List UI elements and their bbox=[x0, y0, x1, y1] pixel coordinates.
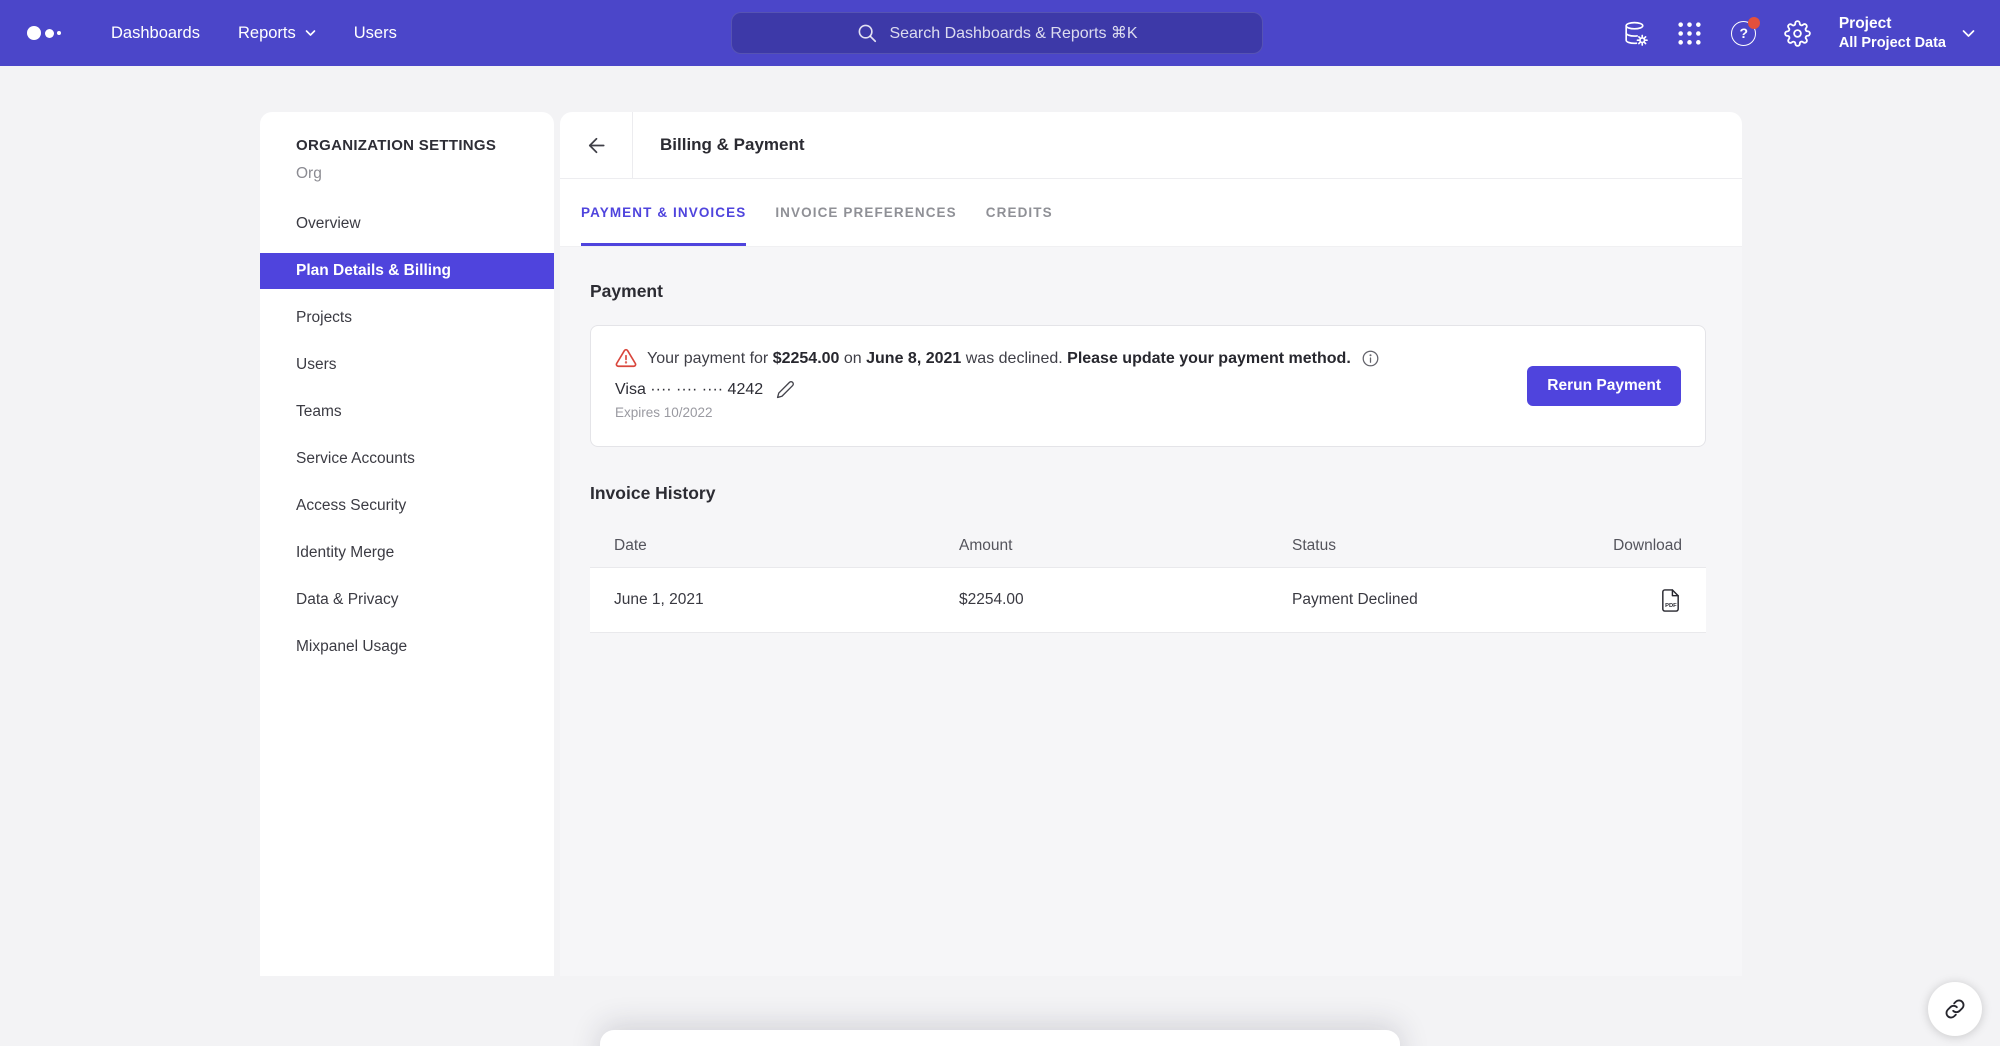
sidebar-item-users[interactable]: Users bbox=[260, 347, 554, 383]
apps-grid-icon[interactable] bbox=[1663, 0, 1717, 66]
info-icon[interactable] bbox=[1361, 349, 1380, 368]
nav-dashboards[interactable]: Dashboards bbox=[111, 24, 200, 43]
sidebar-item-overview[interactable]: Overview bbox=[260, 206, 554, 242]
logo-dot-medium bbox=[45, 29, 54, 38]
column-header-date: Date bbox=[614, 537, 959, 555]
svg-text:PDF: PDF bbox=[1665, 603, 1677, 609]
nav-reports-label: Reports bbox=[238, 24, 296, 43]
logo-dot-small bbox=[57, 31, 61, 35]
warning-text: Your payment for $2254.00 on June 8, 202… bbox=[647, 348, 1351, 369]
sidebar-item-service-accounts[interactable]: Service Accounts bbox=[260, 441, 554, 477]
sidebar-item-plan-details-billing[interactable]: Plan Details & Billing bbox=[260, 253, 554, 289]
tab-payment-invoices[interactable]: PAYMENT & INVOICES bbox=[581, 179, 746, 246]
tab-label: CREDITS bbox=[986, 205, 1053, 220]
tab-invoice-preferences[interactable]: INVOICE PREFERENCES bbox=[775, 179, 956, 246]
hidden-bottom-sheet-shadow bbox=[600, 1030, 1400, 1046]
warning-text-pre: Your payment for bbox=[647, 350, 773, 367]
sidebar-item-label: Data & Privacy bbox=[296, 591, 399, 609]
tab-content: Payment Your payment for $2254.00 on Jun… bbox=[560, 247, 1742, 976]
org-settings-sidebar: ORGANIZATION SETTINGS Org Overview Plan … bbox=[260, 112, 554, 976]
link-icon bbox=[1944, 998, 1966, 1020]
invoice-row: June 1, 2021 $2254.00 Payment Declined P… bbox=[590, 567, 1706, 633]
sidebar-item-label: Service Accounts bbox=[296, 450, 415, 468]
primary-nav: Dashboards Reports Users bbox=[111, 24, 435, 43]
sidebar-item-label: Identity Merge bbox=[296, 544, 394, 562]
sidebar-item-label: Access Security bbox=[296, 497, 406, 515]
tab-label: INVOICE PREFERENCES bbox=[775, 205, 956, 220]
sidebar-heading: ORGANIZATION SETTINGS bbox=[296, 136, 554, 156]
arrow-left-icon bbox=[585, 134, 608, 157]
warning-text-mid: on bbox=[839, 350, 866, 367]
sidebar-item-access-security[interactable]: Access Security bbox=[260, 488, 554, 524]
sidebar-item-label: Projects bbox=[296, 309, 352, 327]
nav-reports[interactable]: Reports bbox=[238, 24, 316, 43]
search-icon bbox=[856, 22, 878, 44]
project-selector[interactable]: Project All Project Data bbox=[1839, 14, 1975, 52]
warning-triangle-icon bbox=[615, 347, 637, 369]
nav-users-label: Users bbox=[354, 24, 397, 43]
invoice-table-header: Date Amount Status Download bbox=[590, 525, 1706, 567]
edit-card-icon[interactable] bbox=[776, 380, 795, 399]
project-name: All Project Data bbox=[1839, 34, 1946, 52]
data-definitions-icon[interactable] bbox=[1609, 0, 1663, 66]
invoice-date: June 1, 2021 bbox=[614, 591, 959, 609]
warning-amount: $2254.00 bbox=[773, 350, 840, 367]
warning-cta: Please update your payment method. bbox=[1067, 350, 1351, 367]
sidebar-item-label: Mixpanel Usage bbox=[296, 638, 407, 656]
org-name: Org bbox=[296, 164, 554, 184]
payment-declined-warning: Your payment for $2254.00 on June 8, 202… bbox=[615, 347, 1681, 369]
sidebar-item-label: Plan Details & Billing bbox=[296, 262, 451, 280]
sidebar-item-teams[interactable]: Teams bbox=[260, 394, 554, 430]
nav-dashboards-label: Dashboards bbox=[111, 24, 200, 43]
top-navbar: Dashboards Reports Users Search Dashboar… bbox=[0, 0, 2000, 66]
nav-users[interactable]: Users bbox=[354, 24, 397, 43]
chevron-down-icon bbox=[1962, 29, 1975, 38]
rerun-payment-button[interactable]: Rerun Payment bbox=[1527, 366, 1681, 406]
invoice-history-title: Invoice History bbox=[590, 447, 1706, 504]
copy-link-button[interactable] bbox=[1928, 982, 1982, 1036]
logo-dot-large bbox=[27, 26, 41, 40]
column-header-status: Status bbox=[1292, 537, 1569, 555]
invoice-table: Date Amount Status Download June 1, 2021… bbox=[590, 525, 1706, 633]
invoice-status: Payment Declined bbox=[1292, 591, 1569, 609]
project-selector-text: Project All Project Data bbox=[1839, 14, 1946, 52]
question-mark-glyph: ? bbox=[1731, 21, 1756, 46]
sidebar-item-label: Teams bbox=[296, 403, 342, 421]
invoice-amount: $2254.00 bbox=[959, 591, 1292, 609]
tab-credits[interactable]: CREDITS bbox=[986, 179, 1053, 246]
billing-payment-panel: Billing & Payment PAYMENT & INVOICES INV… bbox=[560, 112, 1742, 976]
sidebar-item-projects[interactable]: Projects bbox=[260, 300, 554, 336]
card-number-masked: Visa ···· ···· ···· 4242 bbox=[615, 381, 763, 399]
topbar-right-cluster: ? Project All Project Data bbox=[1609, 0, 1975, 66]
card-expiration: Expires 10/2022 bbox=[615, 405, 1681, 420]
mixpanel-logo-icon[interactable] bbox=[27, 26, 79, 40]
mixpanel-org-settings-screen: Dashboards Reports Users Search Dashboar… bbox=[0, 0, 2000, 1046]
tab-bar: PAYMENT & INVOICES INVOICE PREFERENCES C… bbox=[560, 179, 1742, 247]
settings-gear-icon[interactable] bbox=[1771, 0, 1825, 66]
download-pdf-icon[interactable]: PDF bbox=[1659, 588, 1682, 613]
project-label: Project bbox=[1839, 14, 1946, 33]
sidebar-menu: Overview Plan Details & Billing Projects… bbox=[260, 206, 554, 665]
tab-label: PAYMENT & INVOICES bbox=[581, 205, 746, 220]
help-icon[interactable]: ? bbox=[1717, 0, 1771, 66]
search-input[interactable]: Search Dashboards & Reports ⌘K bbox=[731, 12, 1263, 54]
search-placeholder: Search Dashboards & Reports ⌘K bbox=[889, 23, 1137, 43]
page-title: Billing & Payment bbox=[660, 123, 805, 166]
column-header-amount: Amount bbox=[959, 537, 1292, 555]
payment-section-title: Payment bbox=[590, 247, 1706, 302]
warning-text-post: was declined. bbox=[961, 350, 1067, 367]
chevron-down-icon bbox=[305, 29, 316, 37]
card-on-file: Visa ···· ···· ···· 4242 bbox=[615, 380, 1681, 399]
sidebar-item-identity-merge[interactable]: Identity Merge bbox=[260, 535, 554, 571]
notification-badge bbox=[1748, 17, 1760, 29]
warning-date: June 8, 2021 bbox=[866, 350, 961, 367]
sidebar-item-label: Overview bbox=[296, 215, 361, 233]
sidebar-item-label: Users bbox=[296, 356, 336, 374]
sidebar-item-data-privacy[interactable]: Data & Privacy bbox=[260, 582, 554, 618]
back-button[interactable] bbox=[560, 112, 633, 178]
sidebar-item-mixpanel-usage[interactable]: Mixpanel Usage bbox=[260, 629, 554, 665]
panel-header: Billing & Payment bbox=[560, 112, 1742, 179]
column-header-download: Download bbox=[1569, 537, 1682, 555]
payment-method-card: Your payment for $2254.00 on June 8, 202… bbox=[590, 325, 1706, 447]
